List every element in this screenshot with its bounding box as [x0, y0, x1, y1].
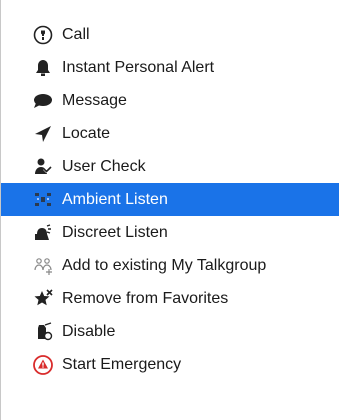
menu-item-label: Locate: [62, 124, 111, 142]
context-menu: Call Instant Personal Alert Message Loca…: [0, 0, 339, 420]
menu-item-remove-from-favorites[interactable]: Remove from Favorites: [1, 282, 339, 315]
menu-item-label: Discreet Listen: [62, 223, 168, 241]
menu-item-label: Call: [62, 25, 90, 43]
user-check-icon: [32, 156, 54, 178]
message-bubble-icon: [32, 90, 54, 112]
menu-item-label: Message: [62, 91, 127, 109]
menu-item-call[interactable]: Call: [1, 18, 339, 51]
discreet-listen-icon: [32, 222, 54, 244]
menu-item-label: User Check: [62, 157, 146, 175]
menu-item-user-check[interactable]: User Check: [1, 150, 339, 183]
menu-item-start-emergency[interactable]: Start Emergency: [1, 348, 339, 381]
call-icon: [32, 24, 54, 46]
ambient-listen-icon: [32, 189, 54, 211]
menu-item-label: Disable: [62, 322, 116, 340]
menu-item-disable[interactable]: Disable: [1, 315, 339, 348]
locate-arrow-icon: [32, 123, 54, 145]
menu-item-message[interactable]: Message: [1, 84, 339, 117]
emergency-icon: [32, 354, 54, 376]
menu-item-label: Start Emergency: [62, 355, 182, 373]
menu-item-locate[interactable]: Locate: [1, 117, 339, 150]
menu-item-discreet-listen[interactable]: Discreet Listen: [1, 216, 339, 249]
menu-item-label: Instant Personal Alert: [62, 58, 215, 76]
menu-item-label: Add to existing My Talkgroup: [62, 256, 267, 274]
bell-alert-icon: [32, 57, 54, 79]
add-talkgroup-icon: [32, 255, 54, 277]
disable-radio-icon: [32, 321, 54, 343]
menu-item-label: Ambient Listen: [62, 190, 168, 208]
menu-item-ambient-listen[interactable]: Ambient Listen: [1, 183, 339, 216]
menu-item-label: Remove from Favorites: [62, 289, 229, 307]
menu-item-add-to-talkgroup[interactable]: Add to existing My Talkgroup: [1, 249, 339, 282]
remove-favorite-star-icon: [32, 288, 54, 310]
menu-item-instant-personal-alert[interactable]: Instant Personal Alert: [1, 51, 339, 84]
